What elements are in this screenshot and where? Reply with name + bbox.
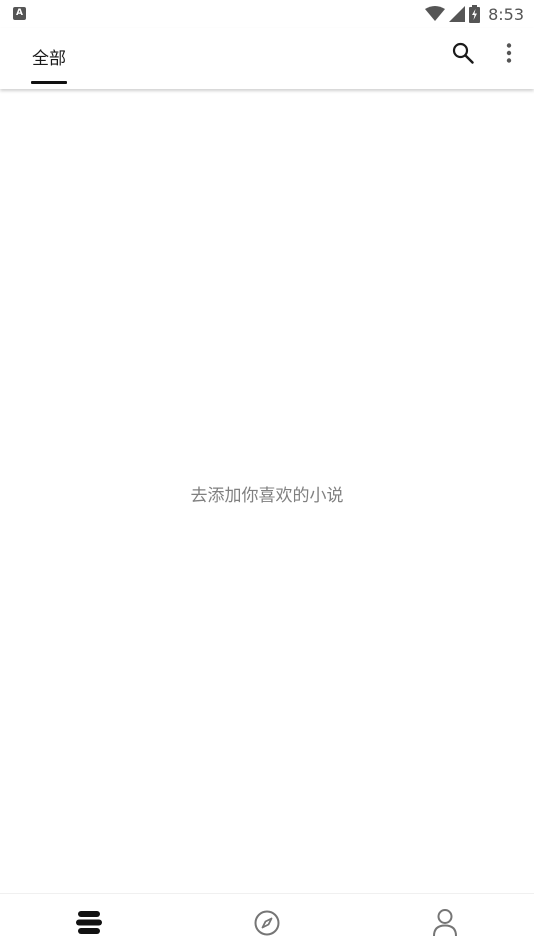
battery-charging-icon (469, 5, 481, 23)
nav-discover[interactable] (237, 894, 297, 950)
notification-icon: A (13, 7, 26, 20)
nav-profile[interactable] (415, 894, 475, 950)
tab-all[interactable]: 全部 (31, 28, 67, 85)
bookshelf-icon (76, 910, 102, 934)
top-app-bar: 全部 (0, 28, 534, 89)
nav-bookshelf[interactable] (59, 894, 119, 950)
more-options-button[interactable] (497, 39, 521, 67)
status-time: 8:53 (488, 4, 524, 24)
more-vertical-icon (506, 43, 512, 63)
tab-indicator (31, 81, 67, 84)
status-bar: A 8:53 (0, 0, 534, 28)
status-icons: 8:53 (425, 3, 524, 25)
bottom-navigation (0, 893, 534, 950)
bookshelf-content: 去添加你喜欢的小说 (0, 89, 534, 893)
person-icon (433, 908, 457, 936)
search-button[interactable] (449, 39, 477, 67)
wifi-icon (425, 6, 446, 21)
signal-icon (449, 6, 466, 22)
search-icon (452, 42, 474, 64)
empty-state-message: 去添加你喜欢的小说 (190, 486, 344, 506)
tab-all-label: 全部 (32, 49, 66, 69)
compass-icon (254, 910, 280, 935)
